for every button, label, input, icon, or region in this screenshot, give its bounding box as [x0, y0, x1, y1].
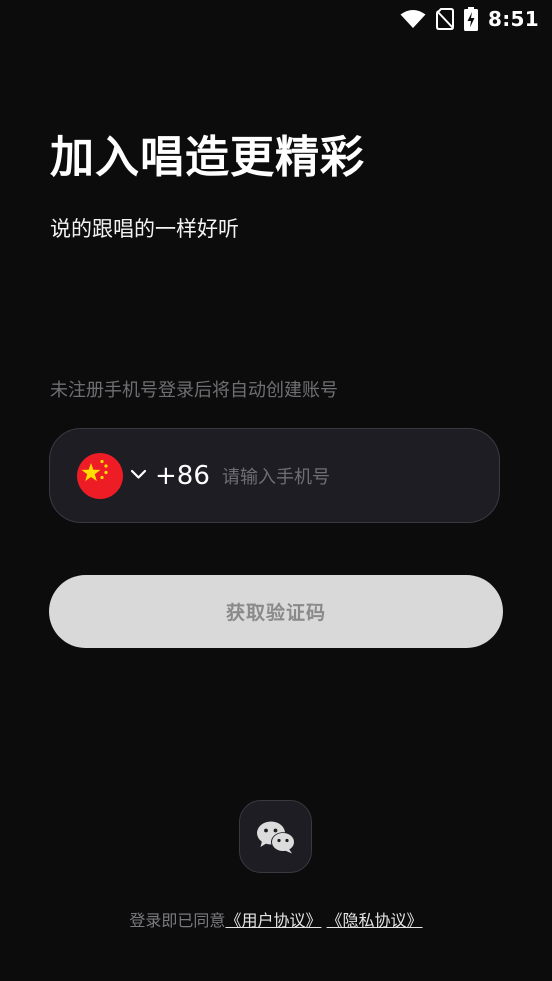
wechat-icon [256, 821, 295, 853]
china-flag-icon[interactable] [77, 453, 123, 499]
status-time: 8:51 [488, 7, 539, 31]
auto-register-hint: 未注册手机号登录后将自动创建账号 [50, 380, 338, 401]
get-verification-code-button[interactable]: 获取验证码 [49, 575, 503, 648]
wechat-login-button[interactable] [239, 800, 312, 873]
user-agreement-link[interactable]: 《用户协议》 [225, 911, 321, 930]
no-sim-icon [436, 8, 455, 30]
page-title: 加入唱造更精彩 [50, 132, 365, 183]
phone-input-container: +86 [49, 428, 500, 523]
page-subtitle: 说的跟唱的一样好听 [50, 217, 239, 241]
status-bar: 8:51 [0, 0, 552, 40]
chevron-down-icon[interactable] [130, 468, 147, 480]
agreement-prefix: 登录即已同意 [129, 911, 226, 930]
country-code[interactable]: +86 [155, 458, 210, 494]
wifi-icon [400, 10, 426, 28]
battery-charging-icon [464, 7, 479, 31]
privacy-policy-link[interactable]: 《隐私协议》 [327, 911, 423, 930]
phone-number-input[interactable] [222, 459, 477, 495]
status-icons: 8:51 [400, 7, 539, 31]
agreement-notice: 登录即已同意《用户协议》 《隐私协议》 [0, 908, 552, 934]
